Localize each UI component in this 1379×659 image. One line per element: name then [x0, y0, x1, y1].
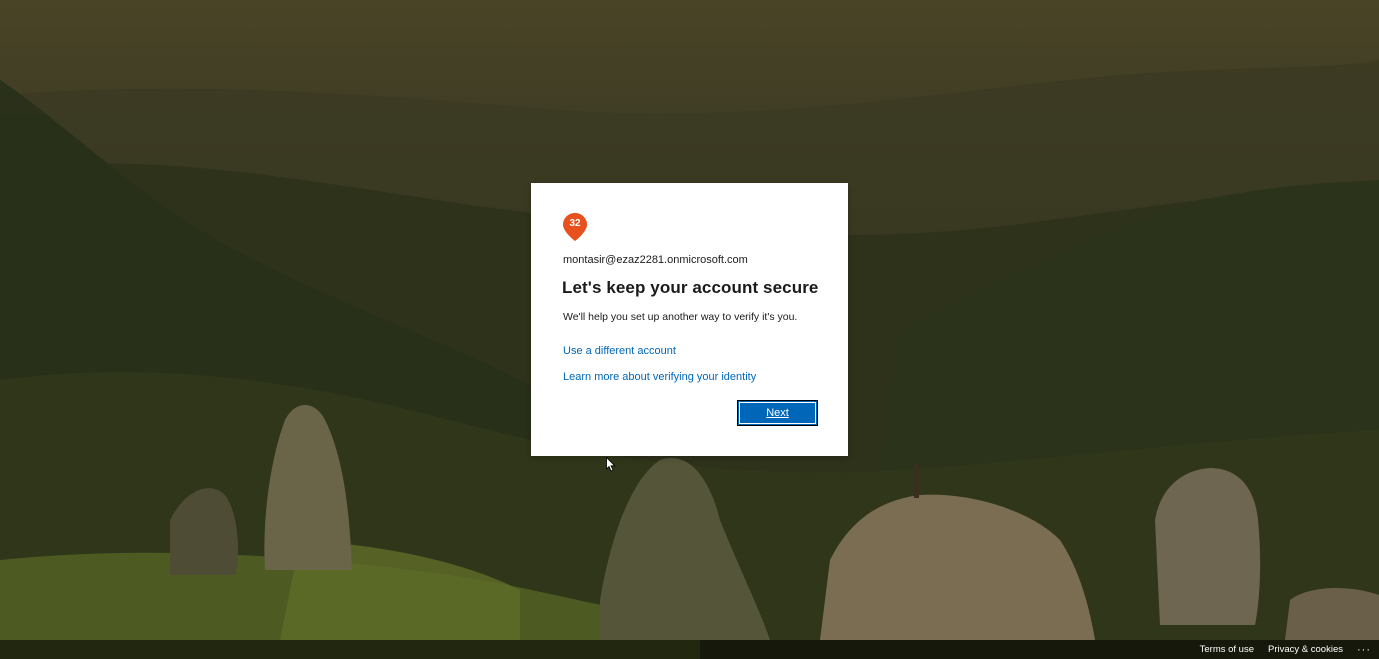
logo-badge-text: 32 [569, 218, 581, 229]
privacy-cookies-link[interactable]: Privacy & cookies [1268, 644, 1343, 655]
mouse-cursor-icon [606, 456, 616, 472]
page-title: Let's keep your account secure [562, 278, 819, 297]
map-pin-logo-icon: 32 [563, 213, 587, 241]
terms-of-use-link[interactable]: Terms of use [1200, 644, 1254, 655]
page-subtitle: We'll help you set up another way to ver… [563, 311, 798, 323]
next-button[interactable]: Next [737, 400, 818, 426]
account-email: montasir@ezaz2281.onmicrosoft.com [563, 254, 748, 266]
footer-bar: Terms of use Privacy & cookies ··· [0, 640, 1379, 659]
sign-in-card: 32 montasir@ezaz2281.onmicrosoft.com Let… [531, 183, 848, 456]
use-different-account-link[interactable]: Use a different account [563, 345, 676, 357]
learn-more-link[interactable]: Learn more about verifying your identity [563, 371, 756, 383]
more-options-icon[interactable]: ··· [1357, 644, 1371, 656]
